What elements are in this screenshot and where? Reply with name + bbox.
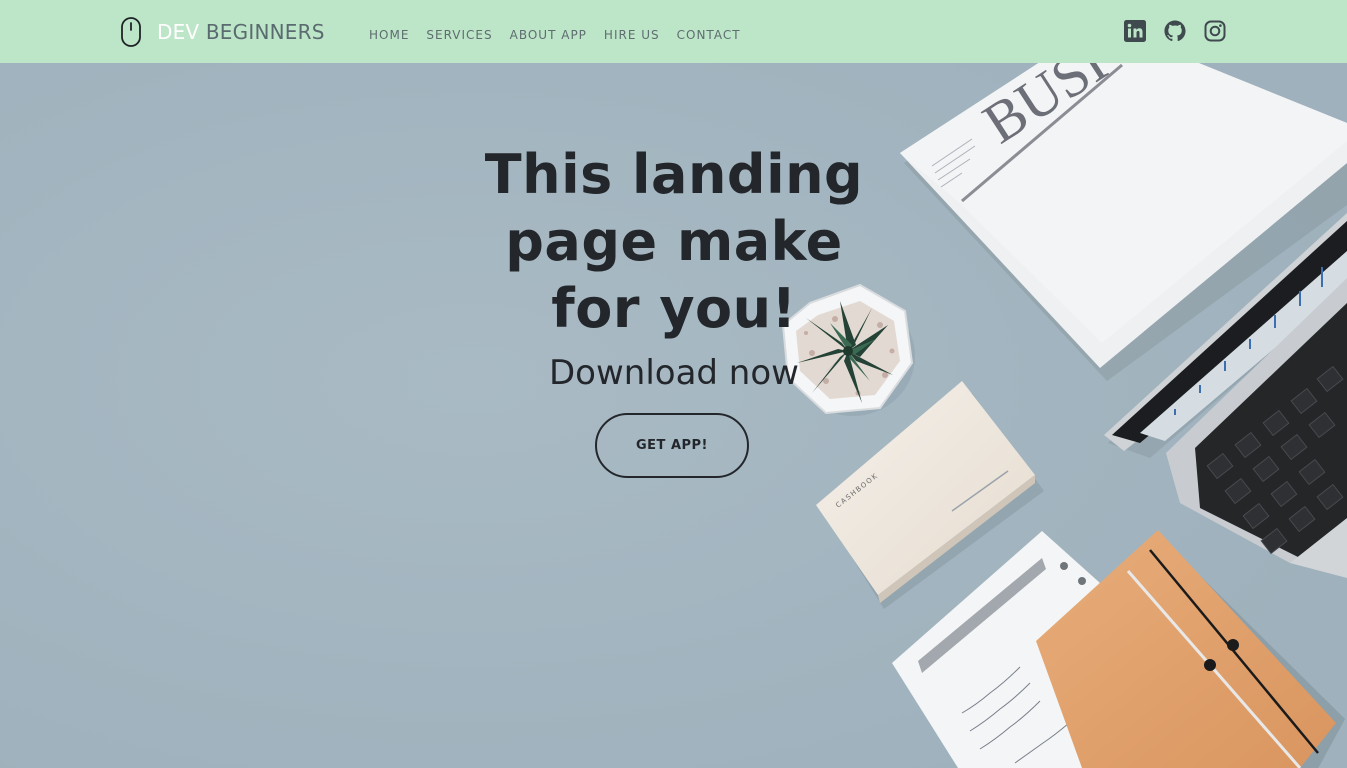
social-links [1124, 20, 1244, 42]
instagram-link[interactable] [1204, 20, 1226, 42]
brand-suffix: BEGINNERS [205, 20, 325, 44]
linkedin-link[interactable] [1124, 20, 1146, 42]
github-icon [1164, 20, 1186, 42]
instagram-icon [1204, 20, 1226, 42]
brand-name: DEV BEGINNERS [157, 20, 325, 44]
nav-link-hire-us[interactable]: HIRE US [604, 28, 660, 42]
linkedin-icon [1124, 20, 1146, 42]
hero-section: BUSI CASHBOOK This landing page make for… [0, 63, 1347, 768]
nav-link-contact[interactable]: CONTACT [677, 28, 741, 42]
mouse-icon [121, 17, 141, 47]
github-link[interactable] [1164, 20, 1186, 42]
brand-prefix: DEV [157, 20, 200, 44]
nav-link-services[interactable]: SERVICES [426, 28, 492, 42]
nav-menu: HOME SERVICES ABOUT APP HIRE US CONTACT [369, 24, 758, 43]
brand-logo-link[interactable]: DEV BEGINNERS [120, 16, 325, 48]
nav-link-about-app[interactable]: ABOUT APP [510, 28, 587, 42]
hero-headline: This landing page make for you! [484, 143, 864, 340]
nav-link-home[interactable]: HOME [369, 28, 409, 42]
hero-subheadline: Download now [549, 353, 799, 393]
get-app-button[interactable]: GET APP! [595, 413, 749, 478]
top-navbar: DEV BEGINNERS HOME SERVICES ABOUT APP HI… [0, 0, 1347, 63]
